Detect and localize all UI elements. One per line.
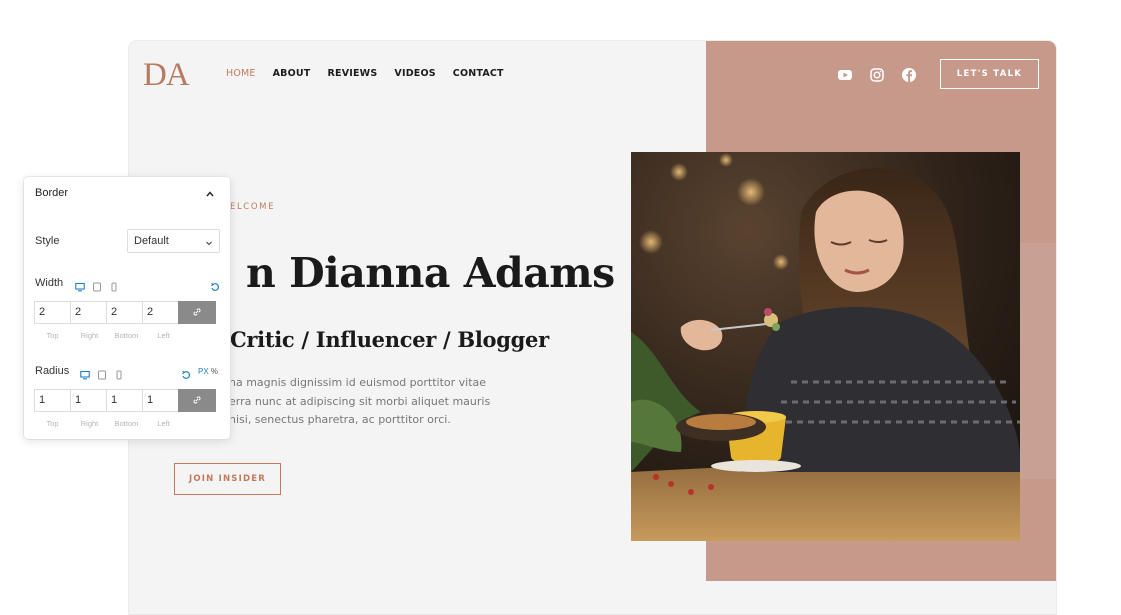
width-device-toggles (75, 279, 119, 292)
facebook-icon[interactable] (900, 66, 918, 84)
width-bottom-input[interactable]: 2 (106, 301, 143, 324)
join-insider-button[interactable]: JOIN INSIDER (174, 463, 281, 495)
social-links (836, 66, 918, 84)
chevron-down-icon (205, 238, 213, 246)
side-label-left: Left (157, 331, 170, 340)
nav-about[interactable]: ABOUT (273, 68, 311, 79)
radius-side-labels: Top Right Bottom Left (34, 419, 182, 428)
desktop-icon[interactable] (75, 279, 85, 292)
side-label-bottom: Bottom (114, 419, 139, 428)
nav-reviews[interactable]: REVIEWS (328, 68, 378, 79)
hero-paragraph: na magnis dignissim id euismod porttitor… (229, 374, 494, 430)
canvas: DA HOME ABOUT REVIEWS VIDEOS CONTACT LET… (0, 0, 1121, 615)
link-values-button[interactable] (178, 389, 216, 412)
side-label-top: Top (46, 331, 59, 340)
width-side-labels: Top Right Bottom Left (34, 331, 182, 340)
border-settings-panel: Border Style Default Width 2 2 2 2 Top R… (24, 177, 230, 439)
main-nav: HOME ABOUT REVIEWS VIDEOS CONTACT (226, 68, 521, 79)
side-label-right: Right (80, 331, 99, 340)
side-label-left: Left (157, 419, 170, 428)
radius-right-input[interactable]: 1 (70, 389, 107, 412)
collapse-chevron-icon[interactable] (205, 186, 215, 197)
radius-device-toggles (80, 367, 124, 380)
style-select-value: Default (134, 235, 169, 247)
youtube-icon[interactable] (836, 66, 854, 84)
hero-paragraph-line: na magnis dignissim id euismod porttitor… (229, 376, 487, 389)
unit-percent[interactable]: % (211, 367, 218, 376)
side-label-bottom: Bottom (114, 331, 139, 340)
link-icon (192, 304, 202, 322)
width-left-input[interactable]: 2 (142, 301, 179, 324)
radius-inputs: 1 1 1 1 (34, 389, 216, 412)
website-preview: DA HOME ABOUT REVIEWS VIDEOS CONTACT LET… (129, 41, 1056, 615)
side-label-right: Right (80, 419, 99, 428)
radius-bottom-input[interactable]: 1 (106, 389, 143, 412)
width-right-input[interactable]: 2 (70, 301, 107, 324)
tablet-icon[interactable] (97, 367, 107, 380)
radius-label: Radius (35, 365, 70, 377)
link-values-button[interactable] (178, 301, 216, 324)
tablet-icon[interactable] (92, 279, 102, 292)
mobile-icon[interactable] (114, 367, 124, 380)
hero-headline: n Dianna Adams (246, 249, 615, 297)
nav-contact[interactable]: CONTACT (453, 68, 504, 79)
nav-home[interactable]: HOME (226, 68, 256, 79)
welcome-eyebrow: ELCOME (230, 202, 276, 212)
lets-talk-button[interactable]: LET'S TALK (940, 59, 1039, 89)
nav-videos[interactable]: VIDEOS (394, 68, 435, 79)
desktop-icon[interactable] (80, 367, 90, 380)
side-label-top: Top (46, 419, 59, 428)
hero-paragraph-line: nisi, senectus pharetra, ac porttitor or… (229, 413, 451, 426)
link-icon (192, 392, 202, 410)
style-label: Style (35, 235, 60, 247)
width-label: Width (35, 277, 64, 289)
unit-px[interactable]: PX (198, 367, 209, 376)
panel-title: Border (35, 187, 69, 199)
reset-icon[interactable] (210, 279, 220, 291)
width-top-input[interactable]: 2 (34, 301, 71, 324)
style-select[interactable]: Default (127, 229, 220, 253)
instagram-icon[interactable] (868, 66, 886, 84)
width-inputs: 2 2 2 2 (34, 301, 216, 324)
radius-top-input[interactable]: 1 (34, 389, 71, 412)
reset-icon[interactable] (181, 367, 191, 379)
radius-left-input[interactable]: 1 (142, 389, 179, 412)
site-logo[interactable]: DA (143, 57, 190, 94)
mobile-icon[interactable] (109, 279, 119, 292)
hero-paragraph-line: erra nunc at adipiscing sit morbi alique… (229, 394, 491, 408)
hero-subheadline: Critic / Influencer / Blogger (230, 327, 549, 352)
hero-photo (631, 152, 1020, 541)
unit-switcher[interactable]: PX % (198, 367, 218, 376)
